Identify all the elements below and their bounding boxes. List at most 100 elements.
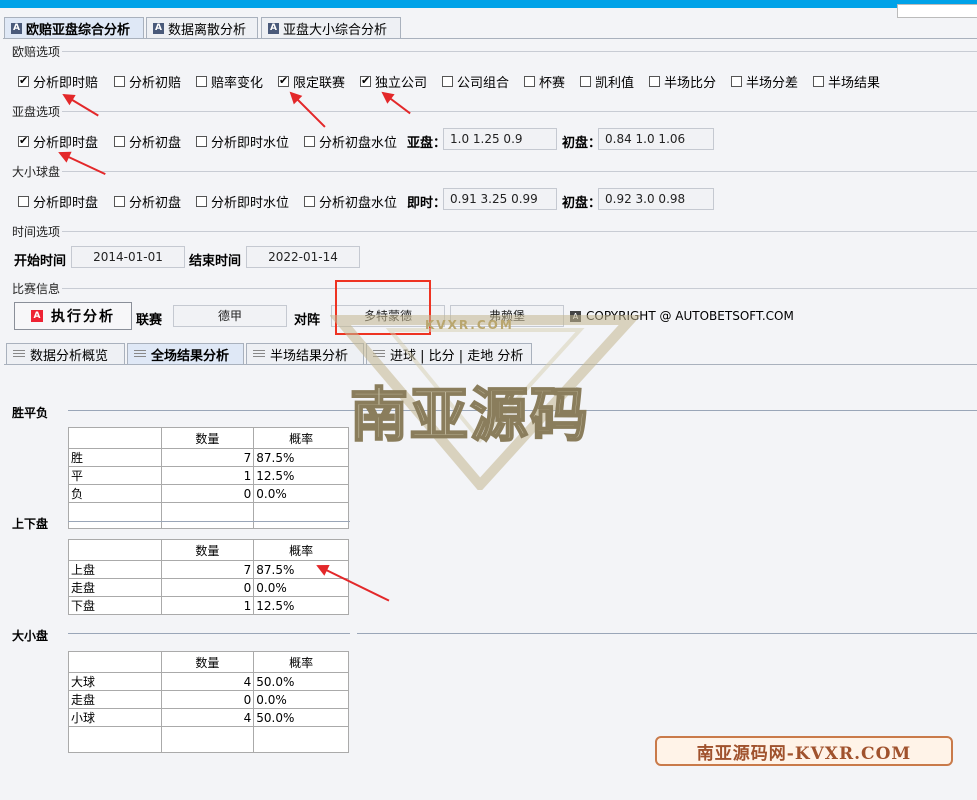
- ou-section-title: 大小球盘: [12, 165, 61, 179]
- euro-option-cup[interactable]: 杯赛: [524, 72, 565, 91]
- ou-initial-label: 初盘：: [562, 196, 602, 211]
- ou-option-live-line[interactable]: 分析即时盘: [18, 192, 98, 211]
- wdl-table: 数量 概率 胜 7 87.5% 平 1 12.5% 负 0 0.0%: [68, 427, 349, 529]
- tab-half-match-result[interactable]: 半场结果分析: [246, 343, 364, 364]
- tab-data-overview[interactable]: 数据分析概览: [6, 343, 125, 364]
- ou-current-label: 即时：: [407, 196, 447, 211]
- table-row: 上盘 7 87.5%: [68, 560, 349, 579]
- tab-label: 进球 | 比分 | 走地 分析: [390, 348, 524, 364]
- euro-option-initial-odds[interactable]: 分析初赔: [114, 72, 181, 91]
- checkbox[interactable]: [18, 74, 29, 87]
- tab-label: 半场结果分析: [270, 348, 349, 364]
- table-row: 走盘 0 0.0%: [68, 578, 349, 597]
- euro-option-limit-league[interactable]: 限定联赛: [278, 72, 345, 91]
- table-row: 大球 4 50.0%: [68, 672, 349, 691]
- ou-option-initial-line[interactable]: 分析初盘: [114, 192, 181, 211]
- asian-option-live-line[interactable]: 分析即时盘: [18, 132, 98, 151]
- checkbox[interactable]: [114, 196, 125, 207]
- tab-asian-ou-analysis[interactable]: A 亚盘大小综合分析: [261, 17, 401, 38]
- table-row: 平 1 12.5%: [68, 466, 349, 485]
- checkbox[interactable]: [114, 136, 125, 147]
- start-time-field[interactable]: 2014-01-01: [71, 246, 185, 268]
- checkbox[interactable]: [524, 76, 535, 87]
- table-row: 小球 4 50.0%: [68, 708, 349, 727]
- section-divider: [62, 288, 977, 289]
- run-analysis-label: 执行分析: [51, 309, 115, 325]
- group-divider: [68, 633, 350, 634]
- league-label: 联赛: [136, 313, 163, 328]
- asian-section-title: 亚盘选项: [12, 105, 61, 119]
- tab-label: 数据分析概览: [30, 348, 109, 364]
- run-analysis-button[interactable]: A 执行分析: [14, 302, 132, 330]
- checkbox[interactable]: [18, 196, 29, 207]
- checkbox[interactable]: [18, 134, 29, 147]
- app-a-icon: A: [570, 310, 581, 322]
- euro-section-title: 欧赔选项: [12, 45, 61, 59]
- list-icon: [13, 349, 25, 359]
- start-time-label: 开始时间: [14, 254, 67, 269]
- ou-current-field[interactable]: 0.91 3.25 0.99: [443, 188, 557, 210]
- euro-option-odds-change[interactable]: 赔率变化: [196, 72, 263, 91]
- euro-option-half-score[interactable]: 半场比分: [649, 72, 716, 91]
- section-divider: [62, 231, 977, 232]
- league-field[interactable]: 德甲: [173, 305, 287, 327]
- ou-initial-field[interactable]: 0.92 3.0 0.98: [598, 188, 714, 210]
- asian-option-initial-water[interactable]: 分析初盘水位: [304, 132, 397, 151]
- group-title-handicap: 上下盘: [12, 517, 49, 531]
- app-a-icon: A: [153, 22, 164, 34]
- euro-option-half-result[interactable]: 半场结果: [813, 72, 880, 91]
- euro-option-independent-company[interactable]: 独立公司: [360, 72, 427, 91]
- table-header-row: 数量 概率: [68, 651, 349, 673]
- ou-option-live-water[interactable]: 分析即时水位: [196, 192, 289, 211]
- section-divider: [62, 171, 977, 172]
- asian-initial-field[interactable]: 0.84 1.0 1.06: [598, 128, 714, 150]
- app-a-icon: A: [31, 310, 43, 322]
- group-divider: [68, 521, 350, 522]
- checkbox[interactable]: [196, 136, 207, 147]
- watermark-stamp: 南亚源码网-KVXR.COM: [655, 736, 953, 766]
- table-row: 胜 7 87.5%: [68, 448, 349, 467]
- checkbox[interactable]: [442, 76, 453, 87]
- table-row: 下盘 1 12.5%: [68, 596, 349, 615]
- tab-euro-asian-analysis[interactable]: A 欧赔亚盘综合分析: [4, 17, 144, 38]
- euro-option-live-odds[interactable]: 分析即时赔: [18, 72, 98, 91]
- asian-option-live-water[interactable]: 分析即时水位: [196, 132, 289, 151]
- euro-option-kelly[interactable]: 凯利值: [580, 72, 634, 91]
- checkbox[interactable]: [360, 74, 371, 87]
- tab-label: 全场结果分析: [151, 348, 230, 364]
- euro-option-half-diff[interactable]: 半场分差: [731, 72, 798, 91]
- asian-current-field[interactable]: 1.0 1.25 0.9: [443, 128, 557, 150]
- checkbox[interactable]: [304, 136, 315, 147]
- tab-goals-score-live[interactable]: 进球 | 比分 | 走地 分析: [366, 343, 532, 364]
- checkbox[interactable]: [580, 76, 591, 87]
- checkbox[interactable]: [649, 76, 660, 87]
- asian-initial-label: 初盘：: [562, 136, 602, 151]
- checkbox[interactable]: [813, 76, 824, 87]
- match-section-title: 比赛信息: [12, 282, 61, 296]
- asian-current-label: 亚盘：: [407, 136, 447, 151]
- tab-full-match-result[interactable]: 全场结果分析: [127, 343, 244, 364]
- euro-option-company-combo[interactable]: 公司组合: [442, 72, 509, 91]
- asian-option-initial-line[interactable]: 分析初盘: [114, 132, 181, 151]
- group-divider: [357, 633, 977, 634]
- checkbox[interactable]: [114, 76, 125, 87]
- highlight-box: [335, 280, 431, 335]
- checkbox[interactable]: [278, 74, 289, 87]
- checkbox[interactable]: [304, 196, 315, 207]
- tab-label: 欧赔亚盘综合分析: [26, 22, 131, 38]
- checkbox[interactable]: [196, 76, 207, 87]
- window-control-area[interactable]: [897, 4, 977, 18]
- ou-option-initial-water[interactable]: 分析初盘水位: [304, 192, 397, 211]
- app-a-icon: A: [11, 22, 22, 34]
- table-row: 负 0 0.0%: [68, 484, 349, 503]
- end-time-field[interactable]: 2022-01-14: [246, 246, 360, 268]
- checkbox[interactable]: [731, 76, 742, 87]
- checkbox[interactable]: [196, 196, 207, 207]
- tab-discrete-analysis[interactable]: A 数据离散分析: [146, 17, 258, 38]
- tab-label: 数据离散分析: [168, 22, 247, 38]
- list-icon: [134, 349, 146, 359]
- section-divider: [62, 111, 977, 112]
- table-empty-row: [68, 502, 349, 529]
- vs-label: 对阵: [294, 313, 321, 328]
- tab-strip-border: [3, 38, 977, 39]
